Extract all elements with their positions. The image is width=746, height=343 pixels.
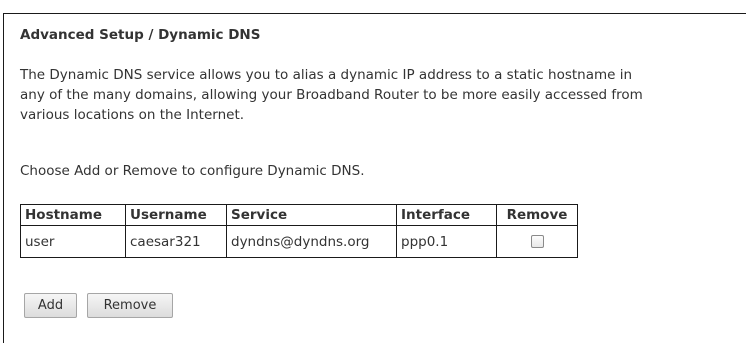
page-title: Advanced Setup / Dynamic DNS: [20, 27, 261, 43]
page-description: The Dynamic DNS service allows you to al…: [20, 65, 746, 125]
instruction-text: Choose Add or Remove to configure Dynami…: [20, 163, 365, 179]
remove-checkbox[interactable]: [530, 235, 544, 248]
description-line-2: any of the many domains, allowing your B…: [20, 87, 643, 103]
cell-username: caesar321: [125, 225, 227, 258]
remove-button[interactable]: Remove: [87, 293, 173, 318]
cell-interface: ppp0.1: [396, 225, 497, 258]
cell-service: dyndns@dyndns.org: [226, 225, 397, 258]
header-remove: Remove: [496, 204, 578, 226]
header-interface: Interface: [396, 204, 497, 226]
cell-hostname: user: [20, 225, 126, 258]
add-button[interactable]: Add: [24, 293, 77, 318]
header-service: Service: [226, 204, 397, 226]
dynamic-dns-table: Hostname Username Service Interface Remo…: [20, 204, 578, 258]
table-header-row: Hostname Username Service Interface Remo…: [20, 204, 578, 226]
description-line-1: The Dynamic DNS service allows you to al…: [20, 67, 633, 83]
header-username: Username: [125, 204, 227, 226]
header-hostname: Hostname: [20, 204, 126, 226]
table-row: user caesar321 dyndns@dyndns.org ppp0.1: [20, 225, 578, 258]
description-line-3: various locations on the Internet.: [20, 107, 245, 123]
cell-remove: [496, 225, 578, 258]
